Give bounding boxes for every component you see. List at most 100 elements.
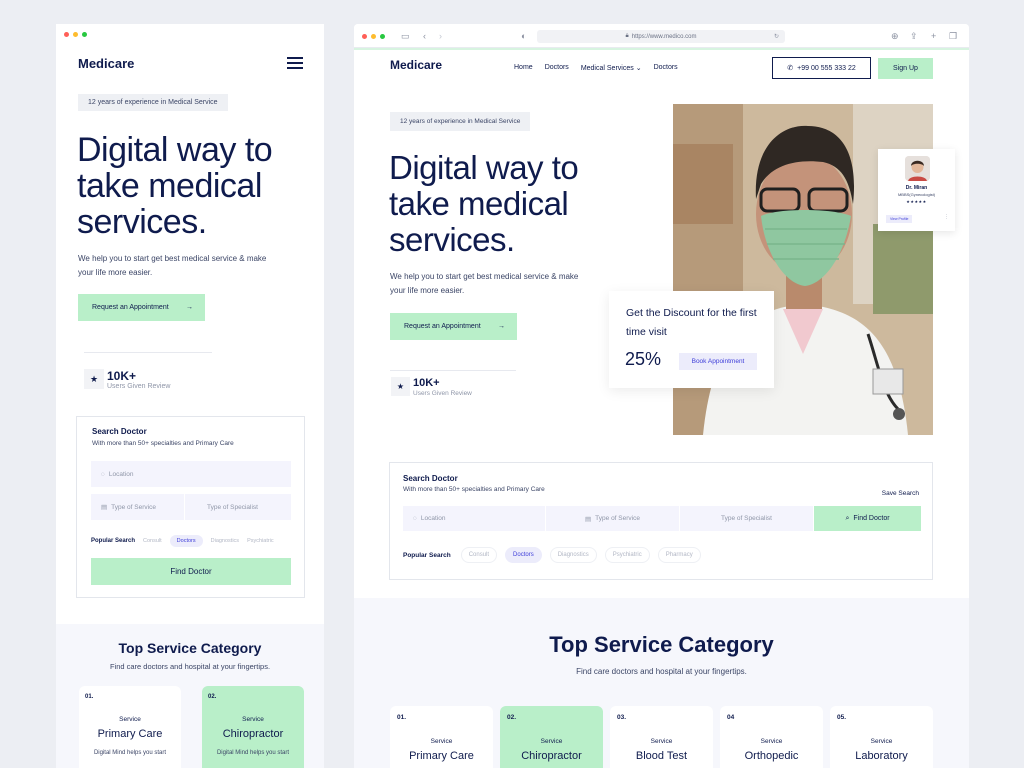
request-appointment-button[interactable]: Request an Appointment →: [78, 294, 205, 321]
service-card-chiropractor[interactable]: 02. Service Chiropractor Digital Mind he…: [202, 686, 304, 768]
star-icon: ★: [84, 369, 104, 389]
request-appointment-label: Request an Appointment: [404, 323, 481, 330]
card-kind: Service: [242, 716, 264, 723]
save-search-link[interactable]: Save Search: [882, 490, 919, 497]
specialist-type-field[interactable]: Type of Specialist: [185, 494, 291, 520]
popular-search-label: Popular Search: [403, 551, 451, 559]
service-category-section: Top Service Category Find care doctors a…: [56, 624, 324, 768]
close-dot[interactable]: [362, 34, 367, 39]
service-card-laboratory[interactable]: 05. Service Laboratory: [830, 706, 933, 768]
request-appointment-button[interactable]: Request an Appointment →: [390, 313, 517, 340]
popular-search-label: Popular Search: [91, 538, 136, 544]
maximize-dot[interactable]: [82, 32, 87, 37]
discount-percent: 25%: [625, 349, 662, 369]
share-icon[interactable]: ⇪: [910, 30, 918, 42]
service-card-blood-test[interactable]: 03. Service Blood Test: [610, 706, 713, 768]
specialist-placeholder: Type of Specialist: [207, 503, 258, 511]
search-icon: ⌕: [845, 514, 850, 522]
hero-subtitle: We help you to start get best medical se…: [78, 254, 267, 277]
service-card-orthopedic[interactable]: 04 Service Orthopedic: [720, 706, 823, 768]
card-number: 03.: [617, 714, 627, 721]
find-doctor-button[interactable]: Find Doctor: [91, 558, 291, 585]
service-card-chiropractor[interactable]: 02. Service Chiropractor: [500, 706, 603, 768]
window-controls: [64, 32, 87, 37]
search-subtitle: With more than 50+ specialties and Prima…: [92, 440, 234, 447]
doctor-name: Dr. Miran: [905, 185, 928, 191]
minimize-dot[interactable]: [371, 34, 376, 39]
location-field[interactable]: ◌ Location: [403, 506, 545, 531]
nav-home[interactable]: Home: [514, 64, 533, 72]
review-label: Users Given Review: [107, 383, 171, 390]
calendar-icon: ▤: [101, 504, 108, 511]
download-icon[interactable]: ⊕: [891, 30, 899, 42]
search-title: Search Doctor: [92, 427, 147, 436]
card-name: Blood Test: [635, 750, 688, 762]
hero-subtitle: We help you to start get best medical se…: [390, 272, 579, 295]
card-name: Primary Care: [97, 728, 163, 740]
minimize-dot[interactable]: [73, 32, 78, 37]
tag-pharmacy[interactable]: Pharmacy: [657, 547, 701, 563]
more-icon[interactable]: ⋮: [944, 214, 949, 220]
card-number: 05.: [837, 714, 847, 721]
experience-badge: 12 years of experience in Medical Servic…: [390, 112, 531, 131]
mobile-frame: Medicare 12 years of experience in Medic…: [56, 24, 324, 768]
service-card-primary-care[interactable]: 01. Service Primary Care Digital Mind he…: [79, 686, 181, 768]
service-placeholder: Type of Service: [111, 503, 156, 511]
phone-icon: ✆: [787, 65, 794, 72]
tag-doctors[interactable]: Doctors: [505, 547, 542, 563]
service-type-field[interactable]: ▤ Type of Service: [91, 494, 184, 520]
card-name: Laboratory: [855, 750, 908, 762]
rating-stars: ★★★★★: [906, 199, 927, 204]
nav-medical-services[interactable]: Medical Services ⌄: [581, 64, 642, 72]
logo[interactable]: Medicare: [78, 56, 134, 71]
doctor-profile-card[interactable]: Dr. Miran MBBS(Gynecologist) ★★★★★ View …: [878, 149, 955, 231]
service-card-primary-care[interactable]: 01. Service Primary Care: [390, 706, 493, 768]
find-doctor-button[interactable]: ⌕ Find Doctor: [814, 506, 921, 531]
tag-consult[interactable]: Consult: [143, 538, 162, 544]
shield-icon[interactable]: ◐: [521, 30, 526, 42]
service-type-field[interactable]: ▤ Type of Service: [546, 506, 679, 531]
search-subtitle: With more than 50+ specialties and Prima…: [403, 486, 545, 493]
tabs-icon[interactable]: ❐: [949, 30, 957, 42]
logo[interactable]: Medicare: [390, 58, 442, 72]
search-doctor-panel: Search Doctor With more than 50+ special…: [76, 416, 305, 598]
service-placeholder: Type of Service: [595, 515, 640, 522]
tag-consult[interactable]: Consult: [460, 547, 498, 563]
tag-diagnostics[interactable]: Diagnostics: [549, 547, 597, 563]
card-desc: Digital Mind helps you start: [216, 750, 290, 756]
forward-icon[interactable]: ›: [439, 30, 442, 42]
search-doctor-panel: Search Doctor With more than 50+ special…: [389, 462, 933, 580]
main-nav: Home Doctors Medical Services ⌄ Doctors: [514, 64, 678, 72]
nav-medical-services-label: Medical Services: [580, 65, 634, 72]
tag-doctors[interactable]: Doctors: [169, 535, 203, 547]
review-count: 10K+: [413, 377, 440, 389]
tag-psychiatric[interactable]: Psychiatric: [247, 538, 274, 544]
hamburger-icon[interactable]: [287, 57, 303, 69]
address-bar[interactable]: 🔒︎ https://www.medico.com ↻: [537, 30, 785, 43]
review-label: Users Given Review: [413, 390, 472, 397]
sidebar-icon[interactable]: ▭: [401, 30, 410, 42]
tag-psychiatric[interactable]: Psychiatric: [604, 547, 650, 563]
search-title: Search Doctor: [403, 474, 458, 483]
back-icon[interactable]: ‹: [423, 30, 426, 42]
header-accent-line: [354, 48, 969, 50]
tag-diagnostics[interactable]: Diagnostics: [211, 538, 239, 544]
specialist-type-field[interactable]: Type of Specialist: [680, 506, 813, 531]
new-tab-icon[interactable]: +: [931, 30, 936, 42]
specialist-placeholder: Type of Specialist: [721, 515, 772, 522]
nav-doctors[interactable]: Doctors: [545, 64, 569, 72]
phone-button[interactable]: ✆ +99 00 555 333 22: [772, 57, 871, 79]
close-dot[interactable]: [64, 32, 69, 37]
arrow-right-icon: →: [498, 323, 505, 330]
doctor-specialty: MBBS(Gynecologist): [897, 192, 936, 197]
maximize-dot[interactable]: [380, 34, 385, 39]
browser-window: ▭ ‹ › ◐ 🔒︎ https://www.medico.com ↻ ⊕ ⇪ …: [354, 24, 969, 768]
arrow-right-icon: →: [186, 304, 193, 311]
book-appointment-button[interactable]: Book Appointment: [679, 353, 757, 370]
view-profile-button[interactable]: View Profile: [886, 215, 913, 223]
card-name: Chiropractor: [521, 750, 582, 762]
location-field[interactable]: ◌ Location: [91, 461, 291, 487]
nav-doctors-2[interactable]: Doctors: [654, 64, 678, 72]
sign-up-button[interactable]: Sign Up: [878, 58, 933, 79]
refresh-icon[interactable]: ↻: [774, 33, 779, 40]
